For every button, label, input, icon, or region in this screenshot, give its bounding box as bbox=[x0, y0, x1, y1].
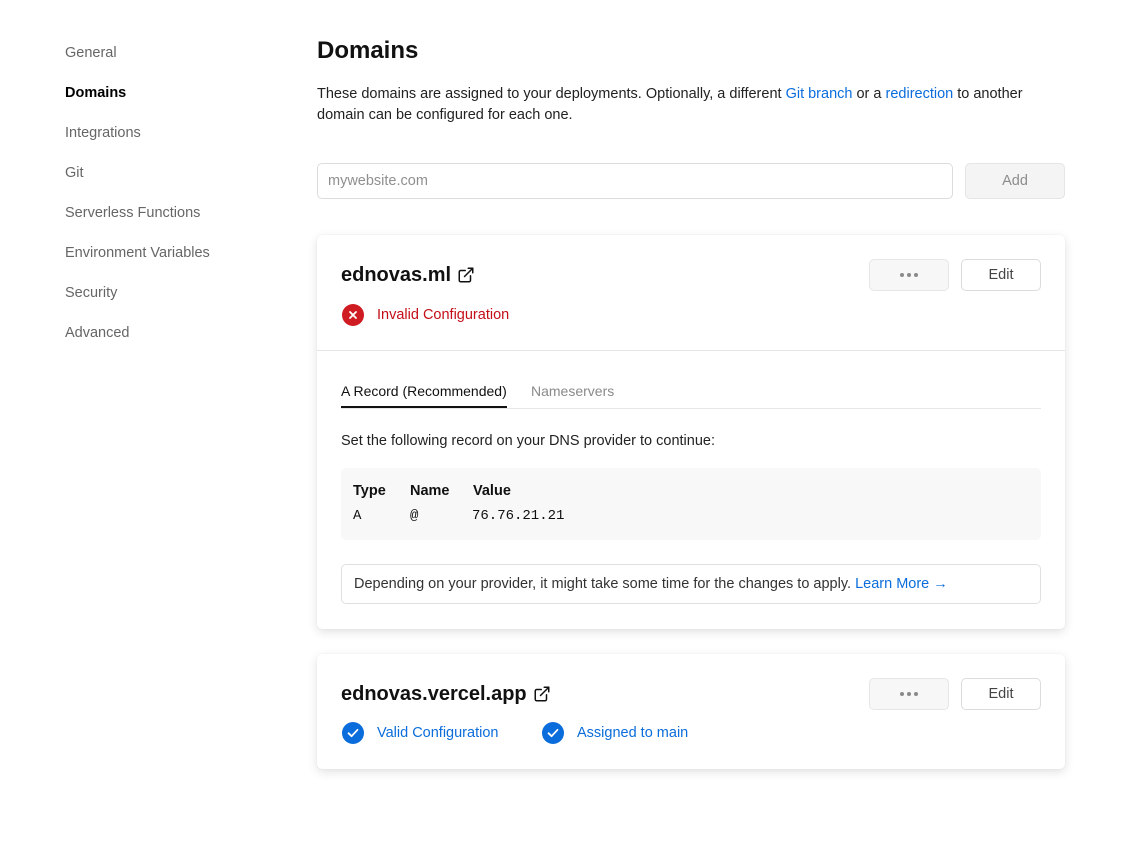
x-icon bbox=[342, 304, 364, 326]
redirection-link[interactable]: redirection bbox=[886, 86, 954, 102]
note-text: Depending on your provider, it might tak… bbox=[354, 576, 856, 592]
description-text-1: These domains are assigned to your deplo… bbox=[317, 86, 786, 102]
domain-name: ednovas.vercel.app bbox=[341, 683, 527, 705]
git-branch-link[interactable]: Git branch bbox=[786, 86, 853, 102]
tab-a-record[interactable]: A Record (Recommended) bbox=[341, 381, 507, 408]
sidebar-item-advanced[interactable]: Advanced bbox=[65, 322, 210, 362]
record-header-value: Value bbox=[473, 483, 511, 499]
more-dot-icon bbox=[907, 692, 911, 696]
sidebar-item-security[interactable]: Security bbox=[65, 282, 210, 322]
card-divider bbox=[317, 350, 1065, 351]
domain-title: ednovas.vercel.app bbox=[341, 681, 551, 707]
edit-button[interactable]: Edit bbox=[961, 678, 1041, 710]
assigned-branch-status: Assigned to main bbox=[542, 722, 688, 744]
more-dot-icon bbox=[900, 692, 904, 696]
dns-tabs: A Record (Recommended) Nameservers bbox=[341, 381, 1041, 409]
add-domain-button[interactable]: Add bbox=[965, 163, 1065, 199]
more-dot-icon bbox=[914, 273, 918, 277]
record-header-name: Name bbox=[410, 483, 450, 499]
domain-name: ednovas.ml bbox=[341, 264, 452, 286]
record-name: @ bbox=[410, 508, 419, 524]
sidebar-item-general[interactable]: General bbox=[65, 42, 210, 82]
edit-button[interactable]: Edit bbox=[961, 259, 1041, 291]
valid-configuration-status: Valid Configuration bbox=[342, 722, 498, 744]
check-icon bbox=[342, 722, 364, 744]
more-dot-icon bbox=[914, 692, 918, 696]
record-type: A bbox=[353, 508, 362, 524]
settings-sidebar: General Domains Integrations Git Serverl… bbox=[65, 42, 210, 362]
tab-nameservers[interactable]: Nameservers bbox=[531, 381, 614, 401]
domain-card-ednovas-ml: ednovas.ml Edit Invalid Configuration A … bbox=[317, 235, 1065, 629]
more-dot-icon bbox=[907, 273, 911, 277]
dns-record-table: Type Name Value A @ 76.76.21.21 bbox=[341, 468, 1041, 540]
description-text-2: or a bbox=[852, 86, 886, 102]
more-options-button[interactable] bbox=[869, 678, 949, 710]
sidebar-item-integrations[interactable]: Integrations bbox=[65, 122, 210, 162]
sidebar-item-environment-variables[interactable]: Environment Variables bbox=[65, 242, 210, 282]
external-link-icon[interactable] bbox=[457, 266, 475, 284]
propagation-note: Depending on your provider, it might tak… bbox=[341, 564, 1041, 604]
status-label: Assigned to main bbox=[577, 725, 689, 741]
domains-main: Domains These domains are assigned to yo… bbox=[317, 36, 1065, 769]
more-dot-icon bbox=[900, 273, 904, 277]
add-domain-row: Add bbox=[317, 163, 1065, 199]
page-title: Domains bbox=[317, 37, 419, 64]
sidebar-item-domains[interactable]: Domains bbox=[65, 82, 210, 122]
sidebar-item-git[interactable]: Git bbox=[65, 162, 210, 202]
check-icon bbox=[542, 722, 564, 744]
record-value: 76.76.21.21 bbox=[472, 508, 565, 524]
learn-more-link[interactable]: Learn More → bbox=[855, 576, 948, 592]
external-link-icon[interactable] bbox=[533, 685, 551, 703]
domain-title: ednovas.ml bbox=[341, 262, 475, 288]
sidebar-item-serverless-functions[interactable]: Serverless Functions bbox=[65, 202, 210, 242]
status-label: Invalid Configuration bbox=[377, 307, 510, 323]
domain-card-ednovas-vercel-app: ednovas.vercel.app Edit Valid Configurat… bbox=[317, 654, 1065, 769]
domain-input[interactable] bbox=[317, 163, 953, 199]
record-header-type: Type bbox=[353, 483, 386, 499]
page-description: These domains are assigned to your deplo… bbox=[317, 84, 1065, 126]
dns-instruction: Set the following record on your DNS pro… bbox=[341, 433, 715, 449]
invalid-configuration-status: Invalid Configuration bbox=[342, 304, 509, 326]
more-options-button[interactable] bbox=[869, 259, 949, 291]
status-label: Valid Configuration bbox=[377, 725, 499, 741]
